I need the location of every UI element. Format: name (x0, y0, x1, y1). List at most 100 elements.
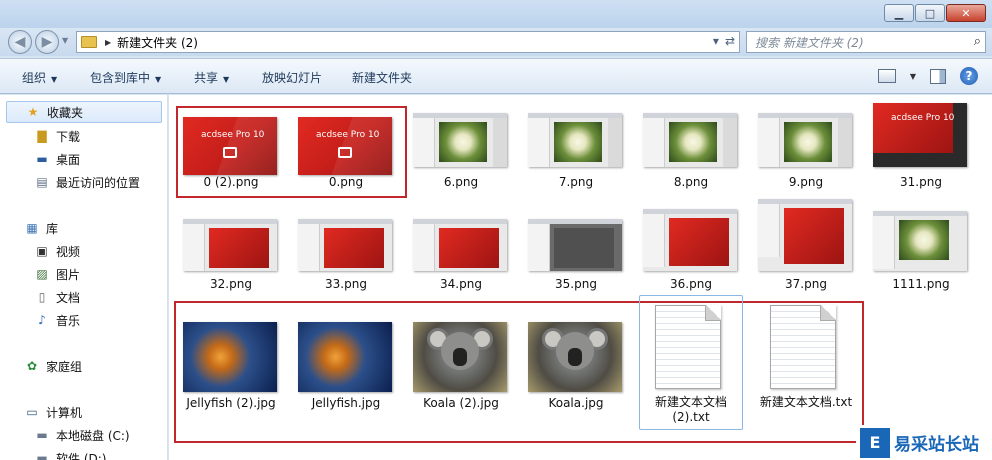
thumbnail (758, 199, 852, 271)
thumbnail (413, 113, 507, 167)
file-name: 新建文本文档 (2).txt (654, 395, 727, 424)
thumbnail (528, 113, 622, 167)
nav-desktop[interactable]: ▬ 桌面 (0, 148, 166, 170)
nav-favorites[interactable]: ★ 收藏夹 (6, 101, 162, 123)
nav-computer-label: 计算机 (46, 405, 83, 420)
camera-icon (223, 147, 237, 158)
thumbnail (758, 113, 852, 167)
back-arrow-icon: ◀ (14, 34, 26, 50)
nav-soft-disk-label: 软件 (D:) (56, 451, 107, 460)
include-in-library-label: 包含到库中 (90, 71, 151, 85)
file-name: 6.png (443, 175, 479, 189)
recent-places-icon: ▤ (36, 175, 48, 189)
nav-videos[interactable]: ▣ 视频 (0, 240, 166, 262)
nav-soft-disk[interactable]: ▬ 软件 (D:) (0, 447, 166, 460)
thumbnail: acdsee Pro 10 (298, 117, 392, 175)
pictures-icon: ▨ (36, 267, 48, 281)
nav-favorites-label: 收藏夹 (47, 105, 84, 120)
window-controls: ▁ □ ✕ (884, 4, 986, 22)
nav-downloads-label: 下载 (56, 129, 81, 144)
address-row: ◀ ▶ ▼ ▶ 新建文件夹 (2) ▾ ⇄ 搜索 新建文件夹 (2) ⌕ (0, 28, 992, 56)
refresh-icon[interactable]: ⇄ (725, 34, 735, 48)
chevron-down-icon: ▼ (223, 75, 230, 84)
back-button[interactable]: ◀ (8, 30, 32, 54)
file-name: 33.png (325, 277, 367, 291)
share-button[interactable]: 共享 ▼ (194, 69, 229, 86)
chevron-down-icon: ▼ (155, 75, 162, 84)
nav-videos-label: 视频 (56, 244, 81, 259)
thumbnail (528, 219, 622, 271)
file-name: 9.png (788, 175, 824, 189)
nav-local-disk[interactable]: ▬ 本地磁盘 (C:) (0, 424, 166, 446)
thumbnail-text: acdsee Pro 10 (316, 130, 380, 140)
file-name: 0.png (328, 175, 364, 189)
nav-documents-label: 文档 (56, 290, 81, 305)
change-view-icon[interactable] (877, 69, 896, 83)
nav-downloads[interactable]: ▇ 下载 (0, 125, 166, 147)
help-icon[interactable]: ? (960, 67, 978, 85)
address-bar[interactable]: ▶ 新建文件夹 (2) ▾ ⇄ (76, 31, 740, 53)
watermark-text: 易采站长站 (894, 435, 979, 455)
preview-pane-icon[interactable] (930, 68, 946, 84)
nav-homegroup[interactable]: ✿ 家庭组 (0, 355, 166, 377)
video-icon: ▣ (36, 244, 48, 258)
organize-button[interactable]: 组织 ▼ (22, 69, 57, 86)
share-label: 共享 (194, 71, 219, 85)
camera-icon (338, 147, 352, 158)
thumbnail (413, 219, 507, 271)
file-name: 36.png (670, 277, 712, 291)
music-icon: ♪ (38, 313, 46, 327)
maximize-button[interactable]: □ (915, 4, 945, 22)
watermark: E 易采站长站 (856, 425, 992, 460)
close-button[interactable]: ✕ (946, 4, 986, 22)
new-folder-button[interactable]: 新建文件夹 (352, 69, 412, 86)
include-in-library-button[interactable]: 包含到库中 ▼ (90, 69, 161, 86)
navigation-pane: ★ 收藏夹 ▇ 下载 ▬ 桌面 ▤ 最近访问的位置 ▦ 库 ▣ 视频 ▨ 图片 … (0, 95, 168, 460)
thumbnail: acdsee Pro 10 (183, 117, 277, 175)
folder-icon (81, 36, 97, 48)
star-icon: ★ (27, 105, 39, 119)
highlight-box-images (174, 301, 864, 443)
breadcrumb-chevron-icon[interactable]: ▶ (105, 38, 111, 47)
text-document-icon (655, 305, 721, 389)
file-name: 37.png (785, 277, 827, 291)
view-options-chevron-icon[interactable]: ▼ (910, 72, 916, 81)
breadcrumb[interactable]: 新建文件夹 (2) (117, 34, 198, 51)
thumbnail (873, 211, 967, 271)
file-name: Koala.jpg (548, 396, 604, 410)
drive-icon: ▬ (36, 451, 48, 460)
drive-icon: ▬ (36, 428, 48, 442)
search-placeholder: 搜索 新建文件夹 (2) (755, 35, 864, 50)
documents-icon: ▯ (38, 290, 46, 304)
file-name: Jellyfish.jpg (311, 396, 381, 410)
thumbnail (413, 322, 507, 392)
slideshow-button[interactable]: 放映幻灯片 (262, 69, 322, 86)
search-icon[interactable]: ⌕ (974, 34, 981, 49)
command-bar: 组织 ▼ 包含到库中 ▼ 共享 ▼ 放映幻灯片 新建文件夹 ▼ ? (0, 58, 992, 94)
thumbnail (298, 322, 392, 392)
forward-button[interactable]: ▶ (35, 30, 59, 54)
recent-pages-dropdown[interactable]: ▼ (62, 36, 68, 45)
text-document-icon (770, 305, 836, 389)
search-input[interactable]: 搜索 新建文件夹 (2) ⌕ (746, 31, 986, 53)
file-name: 31.png (900, 175, 942, 189)
nav-pictures[interactable]: ▨ 图片 (0, 263, 166, 285)
minimize-button[interactable]: ▁ (884, 4, 914, 22)
file-name: 0 (2).png (203, 175, 259, 189)
thumbnail-text: acdsee Pro 10 (201, 130, 265, 140)
nav-music[interactable]: ♪ 音乐 (0, 309, 166, 331)
address-dropdown-icon[interactable]: ▾ (713, 34, 719, 48)
file-name: 32.png (210, 277, 252, 291)
nav-documents[interactable]: ▯ 文档 (0, 286, 166, 308)
nav-libraries[interactable]: ▦ 库 (0, 217, 166, 239)
nav-recent[interactable]: ▤ 最近访问的位置 (0, 171, 166, 193)
title-bar: ▁ □ ✕ (0, 0, 992, 28)
file-list[interactable]: acdsee Pro 10 0 (2).png acdsee Pro 10 0.… (169, 95, 992, 460)
file-name: Koala (2).jpg (423, 396, 499, 410)
thumbnail (528, 322, 622, 392)
nav-computer[interactable]: ▭ 计算机 (0, 401, 166, 423)
computer-icon: ▭ (26, 405, 38, 419)
file-name: 7.png (558, 175, 594, 189)
chevron-down-icon: ▼ (51, 75, 58, 84)
library-icon: ▦ (26, 221, 38, 235)
